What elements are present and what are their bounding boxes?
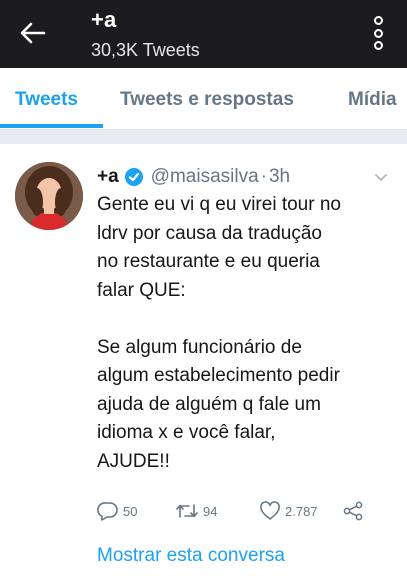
reply-count: 50: [123, 503, 138, 519]
heart-icon: [260, 501, 280, 520]
tweet-time[interactable]: 3h: [269, 166, 290, 188]
tweet-text-line: idioma x e você falar,: [97, 422, 276, 443]
dot-icon: [373, 28, 383, 38]
paragraph-break: [97, 305, 397, 334]
author-handle[interactable]: @maisasilva: [151, 166, 259, 188]
tweet-text-line: AJUDE!!: [97, 450, 170, 472]
separator-dot: ·: [260, 166, 267, 187]
active-tab-indicator: [0, 124, 103, 128]
tweet[interactable]: +a @maisasilva · 3h Gente eu vi q eu vir…: [0, 144, 407, 576]
tweet-text-line: falar QUE:: [97, 279, 186, 301]
tweet-text-line: no restaurante e eu queria: [97, 251, 320, 272]
top-bar: +a 30,3K Tweets: [0, 0, 407, 68]
avatar-image: [15, 162, 83, 230]
tweet-menu-button[interactable]: [373, 171, 389, 183]
reply-button[interactable]: 50: [97, 499, 137, 523]
avatar[interactable]: [15, 162, 83, 230]
more-options-button[interactable]: [371, 16, 385, 50]
tweet-text: Gente eu vi q eu virei tour no ldrv por …: [97, 191, 397, 476]
section-divider: [0, 130, 407, 144]
show-conversation-link[interactable]: Mostrar esta conversa: [97, 545, 285, 567]
share-button[interactable]: [342, 499, 364, 523]
like-count: 2.787: [285, 503, 318, 519]
share-icon: [343, 501, 363, 521]
tab-media[interactable]: Mídia: [348, 89, 397, 111]
author-name[interactable]: +a: [97, 166, 119, 188]
vertical-dots-icon: [373, 16, 383, 25]
dot-icon: [373, 41, 383, 50]
tweet-text-line: ajuda de alguém q fale um: [97, 393, 321, 415]
arrow-left-icon: [20, 22, 46, 44]
like-button[interactable]: 2.787: [259, 499, 318, 523]
retweet-button[interactable]: 94: [175, 499, 217, 523]
profile-title: +a: [91, 7, 117, 32]
tweet-text-line: Se algum funcionário de: [97, 336, 302, 358]
back-button[interactable]: [16, 18, 50, 48]
tweet-text-line: Gente eu vi q eu virei tour no: [97, 194, 341, 215]
retweet-icon: [176, 504, 198, 518]
tweet-count: 30,3K Tweets: [91, 40, 200, 60]
chevron-down-icon: [375, 174, 387, 181]
verified-badge-icon: [124, 168, 143, 186]
tab-tweets-and-replies[interactable]: Tweets e respostas: [120, 89, 294, 111]
profile-tabs: Tweets Tweets e respostas Mídia: [0, 68, 407, 130]
tab-tweets[interactable]: Tweets: [15, 89, 78, 111]
tweet-header: +a @maisasilva · 3h: [97, 165, 290, 189]
tweet-text-line: algum estabelecimento pedir: [97, 365, 340, 386]
retweet-count: 94: [203, 503, 218, 519]
reply-icon: [97, 502, 118, 521]
tweet-actions: 50 94 2.787: [97, 499, 397, 523]
tweet-text-line: ldrv por causa da tradução: [97, 222, 322, 244]
